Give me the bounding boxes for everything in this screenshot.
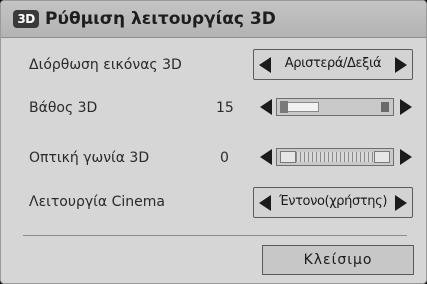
viewpoint-value: 0: [220, 150, 229, 166]
title-bar: 3D Ρύθμιση λειτουργίας 3D: [1, 1, 426, 38]
depth-slider[interactable]: [276, 98, 394, 116]
cinema-value: Έντονο(χρήστης): [278, 194, 388, 209]
depth-label: Βάθος 3D: [29, 100, 98, 116]
depth-value: 15: [216, 100, 234, 116]
viewpoint-decrease-icon[interactable]: [260, 149, 272, 165]
divider: [23, 235, 407, 236]
chevron-right-icon[interactable]: [395, 195, 407, 211]
close-button[interactable]: Κλείσιμο: [262, 245, 414, 275]
correction-label: Διόρθωση εικόνας 3D: [29, 57, 182, 73]
3d-settings-dialog: 3D Ρύθμιση λειτουργίας 3D Διόρθωση εικόν…: [0, 0, 427, 284]
viewpoint-slider[interactable]: [276, 148, 394, 166]
viewpoint-label: Οπτική γωνία 3D: [29, 150, 150, 166]
3d-badge-icon: 3D: [13, 10, 39, 28]
depth-decrease-icon[interactable]: [260, 99, 272, 115]
viewpoint-left-marker-icon: [280, 151, 296, 163]
depth-max-marker-icon: [381, 102, 389, 112]
correction-value: Αριστερά/Δεξιά: [284, 56, 382, 71]
chevron-right-icon[interactable]: [395, 57, 407, 73]
cinema-label: Λειτουργία Cinema: [29, 194, 165, 210]
chevron-left-icon[interactable]: [259, 195, 271, 211]
depth-min-marker-icon: [280, 101, 288, 113]
correction-selector[interactable]: Αριστερά/Δεξιά: [253, 49, 413, 80]
viewpoint-increase-icon[interactable]: [400, 149, 412, 165]
viewpoint-right-marker-icon: [374, 151, 390, 163]
dialog-title: Ρύθμιση λειτουργίας 3D: [45, 9, 276, 29]
chevron-left-icon[interactable]: [259, 57, 271, 73]
depth-increase-icon[interactable]: [400, 99, 412, 115]
cinema-selector[interactable]: Έντονο(χρήστης): [253, 187, 413, 218]
